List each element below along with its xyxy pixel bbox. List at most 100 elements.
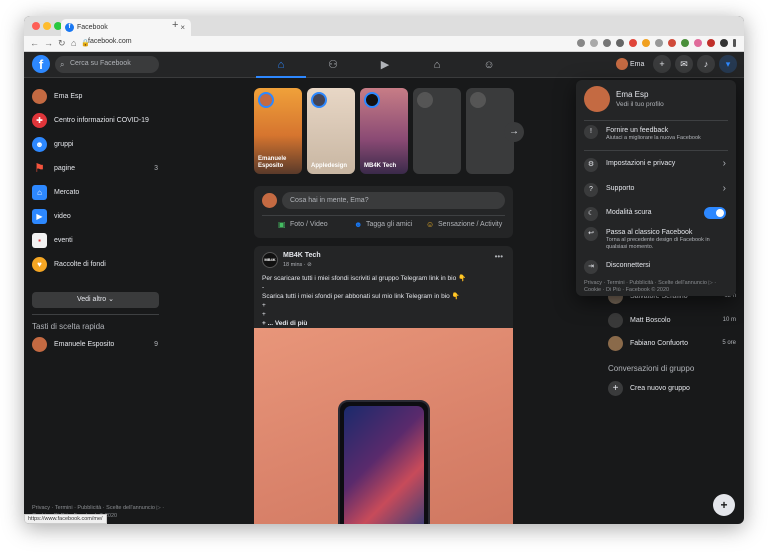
facebook-logo-icon[interactable]: f [32,55,50,73]
composer-input[interactable]: Cosa hai in mente, Ema? [282,192,505,209]
avatar [616,58,628,70]
sidebar-item-label: Ema Esp [54,93,83,100]
see-more-button[interactable]: Vedi altro ⌄ [32,292,159,308]
translate-icon[interactable] [577,39,585,47]
extension-icon[interactable] [603,39,611,47]
sidebar-item-profile[interactable]: Ema Esp [32,88,162,106]
kebab-menu-icon[interactable] [733,39,736,47]
divider [32,314,159,315]
extension-icon[interactable] [694,39,702,47]
flag-icon: ⚑ [34,161,45,175]
calendar-icon: ▪ [32,233,47,248]
covid-icon: ✚ [32,113,47,128]
avatar[interactable]: MB4K [262,252,278,268]
extension-icon[interactable] [655,39,663,47]
tag-friends-button[interactable]: ☻ Tagga gli amici [354,220,412,229]
address-bar-row: ← → ↻ ⌂ 🔒 facebook.com [24,36,744,52]
avatar [311,92,327,108]
reload-icon[interactable]: ↻ [58,38,66,49]
support-item[interactable]: ? Supporto › [584,183,730,197]
post-line: + [262,302,266,309]
fundraiser-icon: ♥ [32,257,47,272]
action-label: Sensazione / Activity [438,221,503,228]
profile-icon[interactable] [720,39,728,47]
divider [584,120,728,121]
contact-item[interactable]: Matt Boscolo 10 m [608,312,738,330]
facebook-favicon-icon: f [65,23,74,32]
story-placeholder [413,88,461,174]
sidebar-item-groups[interactable]: ☻ gruppi [32,136,162,154]
extension-icon[interactable] [707,39,715,47]
create-button[interactable]: + [653,55,671,73]
sidebar-item-fundraisers[interactable]: ♥ Raccolte di fondi [32,256,162,274]
story-card[interactable]: MB4K Tech [360,88,408,174]
give-feedback-item[interactable]: ! Fornire un feedback Aiutaci a migliora… [584,125,730,142]
extension-icon[interactable] [616,39,624,47]
dark-mode-item[interactable]: ☾ Modalità scura [584,207,730,221]
contact-time: 5 ore [722,340,736,346]
stories-next-button[interactable]: → [504,122,524,142]
dark-mode-toggle[interactable] [704,207,726,219]
minimize-window-button[interactable] [43,22,51,30]
avatar [32,337,47,352]
sidebar-item-count: 3 [154,165,158,172]
dropdown-profile-link[interactable]: Ema Esp Vedi il tuo profilo [584,86,728,116]
nav-groups-tab[interactable]: ☺ [464,52,514,78]
new-tab-button[interactable]: + [172,19,178,31]
nav-home-tab[interactable]: ⌂ [256,52,306,78]
see-more-link[interactable]: + ... Vedi di più [262,319,502,328]
create-group-label: Crea nuovo gruppo [630,385,690,392]
extension-icon[interactable] [668,39,676,47]
sidebar-item-events[interactable]: ▪ eventi [32,232,162,250]
dropdown-footer-links[interactable]: Privacy · Termini · Pubblicità · Scelte … [584,280,730,294]
story-card[interactable]: Appledesign [307,88,355,174]
nav-marketplace-tab[interactable]: ⌂ [412,52,462,78]
settings-privacy-item[interactable]: ⚙ Impostazioni e privacy › [584,158,730,172]
avatar [470,92,486,108]
classic-facebook-item[interactable]: ↩ Passa al classico Facebook Torna al pr… [584,227,730,251]
sidebar-item-video[interactable]: ▶ video [32,208,162,226]
extension-icon[interactable] [629,39,637,47]
friends-icon: ⚇ [328,59,338,71]
notifications-button[interactable]: ♪ [697,55,715,73]
extension-icons [577,39,736,47]
home-icon[interactable]: ⌂ [71,38,76,48]
close-window-button[interactable] [32,22,40,30]
browser-window: f Facebook × + ← → ↻ ⌂ 🔒 facebook.com f … [24,16,744,524]
post-more-icon[interactable]: ••• [495,252,503,261]
sidebar-item-covid[interactable]: ✚ Centro informazioni COVID-19 [32,112,162,130]
shortcut-item[interactable]: Emanuele Esposito 9 [32,336,162,354]
post-author[interactable]: MB4K Tech [283,252,321,259]
photo-video-button[interactable]: ▣ Foto / Video [278,220,328,229]
tab-close-icon[interactable]: × [180,23,185,32]
extension-icon[interactable] [642,39,650,47]
messenger-button[interactable]: ✉ [675,55,693,73]
contact-item[interactable]: Fabiano Confuorto 5 ore [608,335,738,353]
nav-watch-tab[interactable]: ▶ [360,52,410,78]
create-group-button[interactable]: + Crea nuovo gruppo [608,380,738,398]
new-message-button[interactable]: + [713,494,735,516]
forward-arrow-icon[interactable]: → [44,38,53,48]
extension-icon[interactable] [681,39,689,47]
url-field[interactable]: facebook.com [88,38,132,45]
help-icon: ? [584,183,598,197]
logout-item[interactable]: ⇥ Disconnettersi [584,260,730,274]
search-input[interactable]: ⌕ Cerca su Facebook [55,56,159,73]
sidebar-item-pages[interactable]: ⚑ pagine 3 [32,160,162,178]
marketplace-icon: ⌂ [32,185,47,200]
back-arrow-icon[interactable]: ← [30,38,39,48]
divider [584,150,728,151]
star-icon[interactable] [590,39,598,47]
post-timestamp[interactable]: 18 mins · ⊘ [283,262,312,268]
sidebar-item-marketplace[interactable]: ⌂ Mercato [32,184,162,202]
home-icon: ⌂ [277,59,285,71]
gear-icon: ⚙ [584,158,598,172]
toggle-knob [716,209,724,217]
profile-chip-name: Ema [630,61,645,68]
story-card[interactable]: Emanuele Esposito [254,88,302,174]
post-image[interactable] [254,328,513,524]
nav-friends-tab[interactable]: ⚇ [308,52,358,78]
account-menu-button[interactable]: ▾ [719,55,737,73]
feeling-activity-button[interactable]: ☺ Sensazione / Activity [426,220,503,229]
profile-chip[interactable]: Ema [616,56,644,73]
